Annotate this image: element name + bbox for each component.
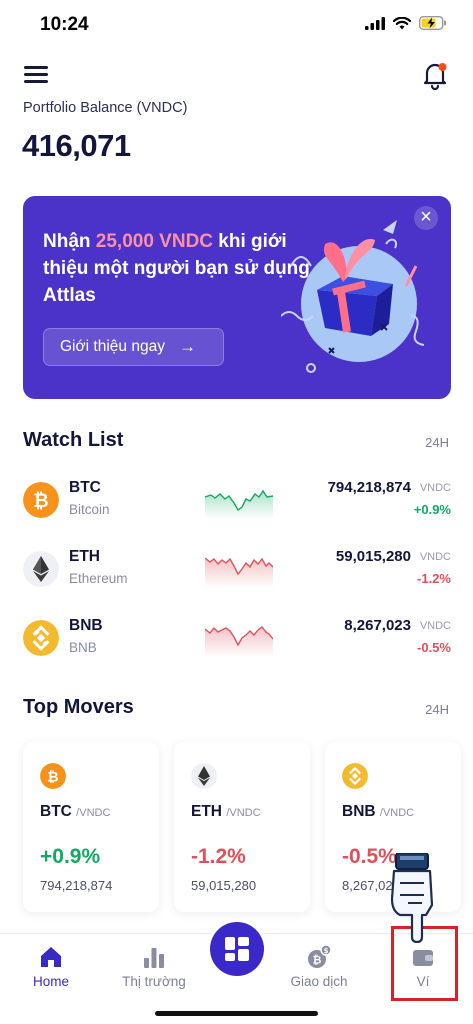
coin-symbol: BTC bbox=[69, 479, 101, 496]
price-change: -0.5% bbox=[417, 640, 451, 655]
top-movers-period[interactable]: 24H bbox=[425, 702, 449, 717]
refer-now-button[interactable]: Giới thiệu ngay → bbox=[43, 328, 224, 366]
price-change: +0.9% bbox=[413, 502, 451, 517]
bar-chart-icon bbox=[144, 948, 164, 968]
price-unit: VNDC bbox=[419, 551, 451, 563]
svg-text:₿: ₿ bbox=[47, 770, 58, 786]
notification-bell-icon[interactable] bbox=[421, 60, 449, 90]
coin-name: Bitcoin bbox=[69, 502, 110, 517]
watchlist-period[interactable]: 24H bbox=[425, 435, 449, 450]
mover-change: +0.9% bbox=[40, 845, 101, 868]
price-unit: VNDC bbox=[419, 482, 451, 494]
svg-text:₿: ₿ bbox=[33, 490, 48, 512]
coin-name: Ethereum bbox=[69, 571, 128, 586]
status-icons bbox=[365, 16, 447, 30]
bnb-icon bbox=[342, 763, 368, 789]
mover-card-eth[interactable]: ETH /VNDC -1.2% 59,015,280 bbox=[174, 742, 310, 912]
tab-label: Giao dịch bbox=[290, 974, 348, 989]
coin-name: BNB bbox=[69, 640, 97, 655]
coins-icon: ₿$ bbox=[308, 944, 332, 968]
ethereum-icon bbox=[191, 763, 217, 789]
tab-label: Home bbox=[32, 974, 69, 989]
tab-label: Thị trường bbox=[122, 974, 186, 989]
price-unit: VNDC bbox=[419, 620, 451, 632]
price-change: -1.2% bbox=[417, 571, 451, 586]
coin-symbol: ETH bbox=[69, 548, 100, 565]
tab-market[interactable]: Thị trường bbox=[112, 934, 196, 1004]
status-bar: 10:24 bbox=[0, 0, 473, 52]
mover-change: -1.2% bbox=[191, 845, 246, 868]
promo-close-button[interactable]: × bbox=[414, 206, 438, 230]
signal-icon bbox=[365, 16, 385, 30]
arrow-right-icon: → bbox=[178, 337, 196, 356]
bitcoin-icon: ₿ bbox=[40, 763, 66, 789]
home-icon bbox=[41, 947, 61, 967]
dashboard-grid-icon bbox=[225, 937, 249, 961]
tab-trade[interactable]: ₿ $ Giao dịch bbox=[282, 934, 356, 1004]
mover-card-btc[interactable]: ₿ BTC /VNDC +0.9% 794,218,874 bbox=[23, 742, 159, 912]
top-bar bbox=[0, 58, 473, 94]
watchlist-row-btc[interactable]: ₿ BTC Bitcoin 794,218,874 VNDC +0.9% bbox=[0, 479, 473, 543]
tab-home[interactable]: Home bbox=[22, 934, 80, 1004]
promo-text: Nhận 25,000 VNDC khi giới thiệu một ngườ… bbox=[43, 231, 310, 306]
quick-action-button[interactable] bbox=[210, 922, 264, 976]
home-indicator bbox=[155, 1011, 318, 1016]
svg-text:$: $ bbox=[324, 947, 329, 955]
watchlist-row-bnb[interactable]: BNB BNB 8,267,023 VNDC -0.5% bbox=[0, 617, 473, 681]
coin-price: 59,015,280 bbox=[335, 548, 411, 565]
mover-symbol: BNB /VNDC bbox=[342, 803, 415, 820]
balance-value: 416,071 bbox=[22, 128, 131, 163]
pointing-hand-icon bbox=[390, 853, 434, 943]
watchlist-title: Watch List bbox=[23, 429, 124, 451]
mover-symbol: ETH /VNDC bbox=[191, 803, 261, 820]
referral-promo-banner[interactable]: Nhận 25,000 VNDC khi giới thiệu một ngườ… bbox=[23, 196, 451, 399]
coin-price: 8,267,023 bbox=[344, 617, 411, 634]
sparkline-chart bbox=[205, 489, 273, 519]
bitcoin-icon: ₿ bbox=[23, 482, 59, 518]
bnb-icon bbox=[23, 620, 59, 656]
battery-charging-icon bbox=[419, 16, 446, 30]
coin-price: 794,218,874 bbox=[327, 479, 411, 496]
watchlist-row-eth[interactable]: ETH Ethereum 59,015,280 VNDC -1.2% bbox=[0, 548, 473, 612]
menu-icon[interactable] bbox=[24, 66, 48, 86]
ethereum-icon bbox=[23, 551, 59, 587]
mover-price: 59,015,280 bbox=[191, 878, 257, 893]
top-movers-title: Top Movers bbox=[23, 696, 134, 718]
wifi-icon bbox=[393, 16, 411, 29]
status-time: 10:24 bbox=[40, 14, 89, 35]
mover-symbol: BTC /VNDC bbox=[40, 803, 111, 820]
sparkline-chart bbox=[205, 557, 273, 588]
refer-now-label: Giới thiệu ngay bbox=[60, 338, 165, 355]
balance-label: Portfolio Balance (VNDC) bbox=[23, 100, 188, 116]
close-icon: × bbox=[420, 206, 432, 228]
mover-price: 794,218,874 bbox=[40, 878, 113, 893]
coin-symbol: BNB bbox=[69, 617, 103, 634]
promo-highlight-amount: 25,000 VNDC bbox=[95, 231, 214, 252]
svg-text:₿: ₿ bbox=[313, 954, 322, 967]
sparkline-chart bbox=[205, 626, 273, 657]
